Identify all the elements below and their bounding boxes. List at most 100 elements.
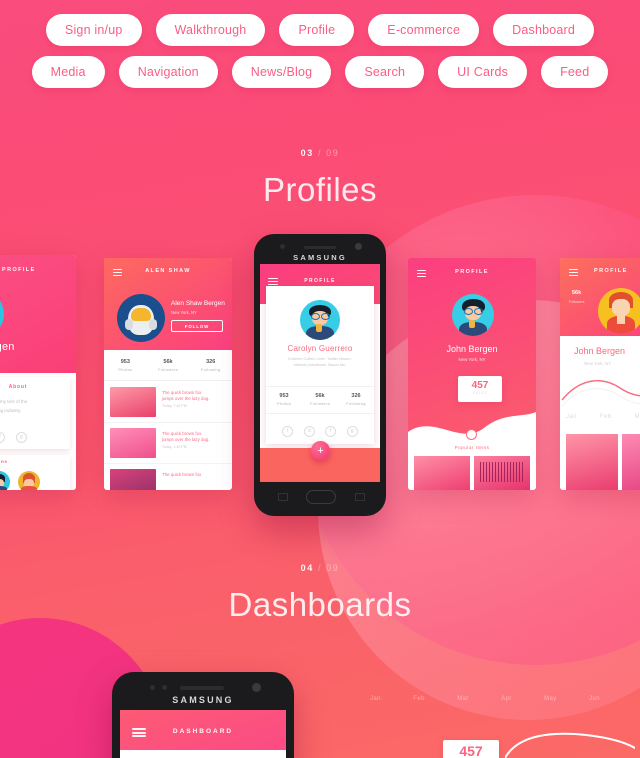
list-item[interactable]: The quick brown fox jumps over the lazy … [104, 423, 232, 464]
tag-navigation[interactable]: Navigation [118, 56, 218, 88]
stat-following: 326 Following [189, 352, 232, 380]
phone-center-profile[interactable]: SAMSUNG PROFILE Carolyn Guerrero Extreme… [254, 234, 386, 516]
stat-following-value: 326 [206, 359, 216, 365]
sensor-dot [280, 244, 285, 249]
list-item[interactable]: The quick brown fox jumps over the lazy … [104, 382, 232, 423]
tag-dashboard[interactable]: Dashboard [493, 14, 595, 46]
list-item-thumbnail [110, 428, 156, 458]
left-card-about-line1: is simply dummy text of the [0, 399, 28, 404]
google-plus-icon[interactable]: g [15, 431, 27, 443]
list-item-line1: The quick brown fox [162, 472, 202, 477]
john-card-value-label: SALES [472, 391, 488, 395]
right-card-thumbnail-2[interactable] [622, 434, 640, 490]
sensor-dot [162, 685, 167, 690]
front-camera [355, 243, 362, 250]
month-label: Feb [599, 414, 612, 420]
right-card-stat-label: Followers [569, 300, 585, 304]
dashboard-app-header: DASHBOARD [120, 710, 286, 750]
popular-item-thumbnail-2[interactable] [474, 456, 530, 490]
stat-following: 326 Following [338, 387, 374, 413]
screen-card-right-profile[interactable]: PROFILE 56k Followers John Bergen New Yo… [560, 258, 640, 490]
connection-avatar-2[interactable] [0, 471, 10, 490]
hamburger-menu-icon[interactable] [417, 270, 426, 278]
recents-button[interactable] [278, 493, 288, 501]
screen-card-alen-shaw[interactable]: ALEN SHAW Alen Shaw Bergen New York, NY … [104, 258, 232, 490]
avatar-glasses-right [321, 313, 330, 320]
list-item-line2: jumps over the lazy dog. [162, 396, 210, 401]
category-tag-cloud: Sign in/up Walkthrough Profile E-commerc… [0, 14, 640, 98]
back-button[interactable] [355, 493, 365, 501]
tag-ui-cards[interactable]: UI Cards [438, 56, 528, 88]
right-card-sparkline [561, 380, 640, 407]
john-card-location: New York, NY [458, 357, 486, 362]
tag-media[interactable]: Media [31, 56, 105, 88]
home-button[interactable] [306, 490, 336, 504]
stat-photos-value: 953 [279, 393, 289, 399]
earpiece-speaker [180, 686, 224, 690]
john-card-popular-title: Popular Items [454, 445, 490, 450]
month-label: Mar [457, 696, 469, 702]
front-camera [252, 683, 261, 692]
stat-following-label: Following [200, 367, 221, 372]
month-label: Jan [566, 414, 577, 420]
tag-feed[interactable]: Feed [541, 56, 609, 88]
center-avatar [300, 300, 340, 340]
list-item[interactable]: The quick brown fox [104, 464, 232, 490]
stat-photos-label: Photos [276, 401, 292, 406]
phone-screen[interactable]: DASHBOARD [120, 710, 286, 758]
add-fab-button[interactable]: + [311, 441, 330, 460]
month-label: Mar [634, 414, 640, 420]
tag-e-commerce[interactable]: E-commerce [368, 14, 480, 46]
list-item-line1: The quick brown fox [162, 390, 202, 395]
follow-button[interactable]: FOLLOW [171, 320, 223, 333]
app-stage: Sign in/up Walkthrough Profile E-commerc… [0, 0, 640, 758]
tag-sign-in-up[interactable]: Sign in/up [45, 14, 142, 46]
right-card-name: John Bergen [574, 346, 626, 356]
screen-card-john-bergen[interactable]: PROFILE John Bergen New York, NY 457 SAL… [408, 258, 536, 490]
month-label: Feb [413, 696, 425, 702]
center-stats-row: 953 Photos 56k Followers 326 Following [266, 386, 374, 414]
tag-profile[interactable]: Profile [279, 14, 355, 46]
center-profile-bio-line1: Extreme Coffee Lover. Twitter Maven. [288, 357, 352, 361]
alen-card-feed-list: The quick brown fox jumps over the lazy … [104, 382, 232, 490]
left-card-header: PROFILE [0, 255, 76, 373]
hamburger-menu-icon[interactable] [113, 269, 122, 277]
john-card-value: 457 [471, 380, 489, 391]
list-item-thumbnail [110, 469, 156, 490]
tag-walkthrough[interactable]: Walkthrough [155, 14, 266, 46]
facebook-icon[interactable]: f [0, 431, 6, 443]
right-card-month-axis: Jan Feb Mar [566, 414, 640, 420]
month-label: May [544, 696, 557, 702]
right-card-location: New York, NY [584, 361, 612, 366]
stat-photos-value: 953 [120, 359, 130, 365]
device-brand: SAMSUNG [172, 695, 234, 705]
sensor-dot [150, 685, 155, 690]
facebook-icon[interactable]: f [325, 425, 337, 437]
john-card-value-box: 457 SALES [458, 376, 502, 402]
google-plus-icon[interactable]: g [346, 425, 358, 437]
tag-news-blog[interactable]: News/Blog [231, 56, 332, 88]
dashboard-chart-curve [505, 732, 635, 758]
stat-followers-value: 56k [163, 359, 173, 365]
alen-card-stats-row: 953 Photos 56k Followers 326 Following [104, 352, 232, 381]
popular-item-thumbnail-1[interactable] [414, 456, 470, 490]
screen-card-left-profile[interactable]: PROFILE John Bergen New York, NY About i… [0, 255, 76, 490]
dashboard-chart-month-axis: Jan Feb Mar Apr May Jun [370, 696, 600, 702]
hamburger-menu-icon[interactable] [569, 269, 578, 277]
twitter-icon[interactable]: t [282, 425, 294, 437]
tag-search[interactable]: Search [345, 56, 425, 88]
phone-screen[interactable]: PROFILE Carolyn Guerrero Extreme Coffee … [260, 264, 380, 482]
stat-followers-value: 56k [315, 393, 325, 399]
hamburger-menu-icon[interactable] [132, 728, 146, 739]
stat-followers-label: Followers [310, 401, 330, 406]
section-title-profiles: Profiles [262, 171, 378, 208]
stat-following-value: 326 [351, 393, 361, 399]
section-index: 04 [300, 563, 314, 573]
right-card-thumbnail-1[interactable] [566, 434, 618, 490]
john-card-name: John Bergen [446, 344, 498, 354]
list-item-time: Today, 1:40 PM [162, 445, 187, 449]
phone-bottom-dashboard[interactable]: SAMSUNG DASHBOARD [112, 672, 294, 758]
dribbble-icon[interactable]: d [303, 425, 315, 437]
center-app-header-title: PROFILE [304, 278, 336, 284]
connection-avatar-3[interactable] [18, 471, 40, 490]
